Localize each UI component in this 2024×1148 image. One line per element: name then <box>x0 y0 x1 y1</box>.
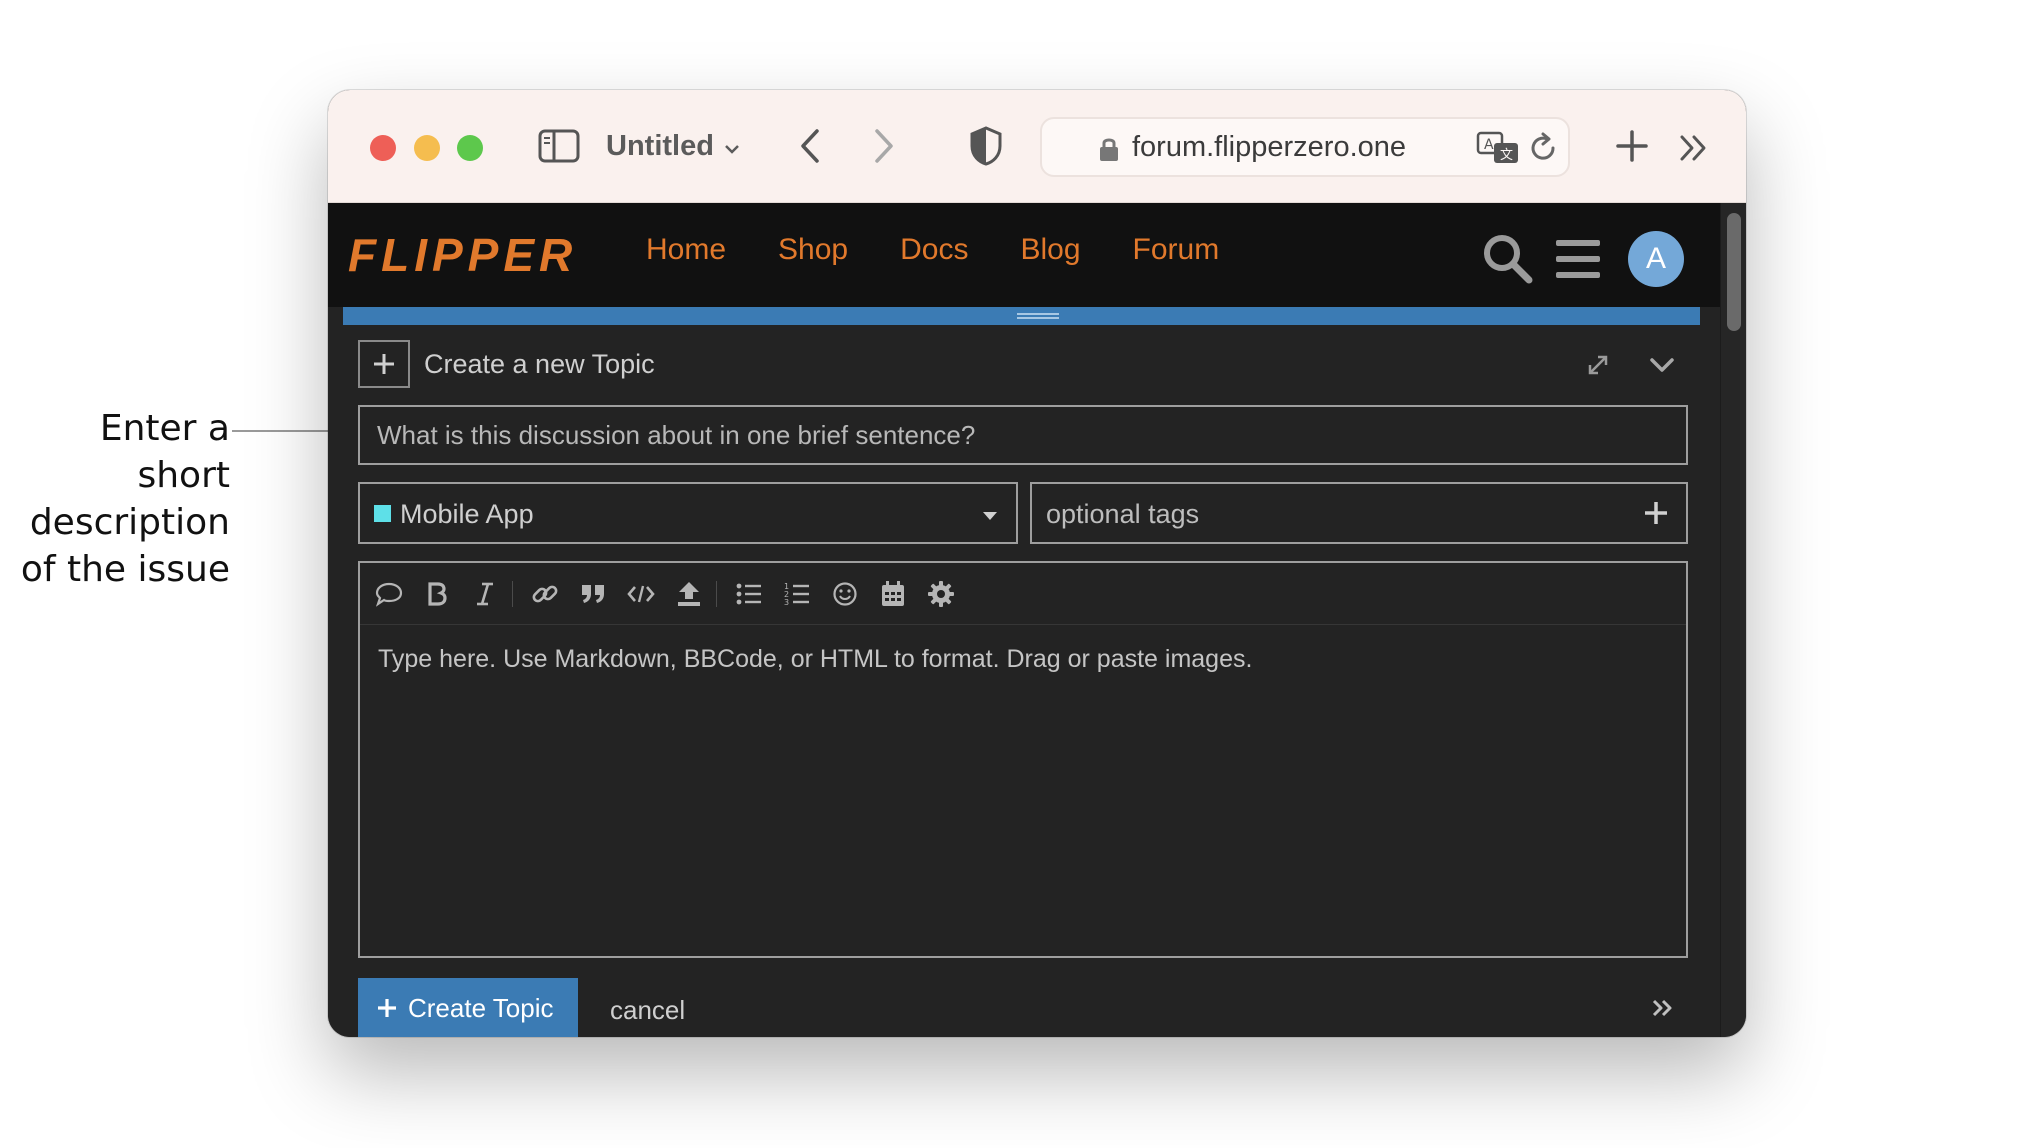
chevron-down-icon[interactable] <box>1646 351 1678 379</box>
blockquote-icon[interactable] <box>576 577 610 611</box>
bullet-list-icon[interactable] <box>732 577 766 611</box>
chevron-down-icon <box>724 130 740 163</box>
nav-forum[interactable]: Forum <box>1133 233 1220 267</box>
annotation-line-1: Enter a short <box>99 408 230 496</box>
plus-icon[interactable] <box>1642 499 1670 527</box>
sidebar-icon[interactable] <box>538 128 580 164</box>
toolbar-divider <box>716 581 717 607</box>
minimize-window-button[interactable] <box>414 135 440 161</box>
double-chevron-right-icon[interactable] <box>1676 128 1712 168</box>
post-editor[interactable]: 123 Type here. Use Markdown, BBCode, or … <box>358 561 1688 958</box>
gear-icon[interactable] <box>924 577 958 611</box>
category-label: Mobile App <box>400 499 534 529</box>
emoji-icon[interactable] <box>828 577 862 611</box>
svg-text:FLIPPER: FLIPPER <box>348 229 577 281</box>
numbered-list-icon[interactable]: 123 <box>780 577 814 611</box>
zoom-window-button[interactable] <box>457 135 483 161</box>
main-nav: Home Shop Docs Blog Forum <box>646 233 1219 267</box>
nav-blog[interactable]: Blog <box>1020 233 1080 267</box>
expand-icon[interactable] <box>1582 349 1614 381</box>
close-window-button[interactable] <box>370 135 396 161</box>
calendar-icon[interactable] <box>876 577 910 611</box>
nav-home[interactable]: Home <box>646 233 726 267</box>
caret-down-icon <box>980 508 1000 522</box>
tab-title: Untitled <box>606 129 714 162</box>
browser-titlebar: Untitled forum.flipperzero.one A文 <box>328 90 1746 203</box>
italic-icon[interactable] <box>468 577 502 611</box>
annotation-callout: Enter a short description of the issue <box>8 405 230 593</box>
editor-toolbar: 123 <box>360 563 1686 625</box>
cancel-link[interactable]: cancel <box>610 995 685 1026</box>
plus-icon <box>378 999 396 1017</box>
shield-icon[interactable] <box>966 124 1006 168</box>
page-scrollbar[interactable] <box>1720 203 1746 1037</box>
svg-text:A: A <box>1484 137 1494 153</box>
tags-placeholder: optional tags <box>1046 499 1200 529</box>
code-icon[interactable] <box>624 577 658 611</box>
user-avatar[interactable]: A <box>1628 231 1684 287</box>
tab-title-dropdown[interactable]: Untitled <box>606 126 740 166</box>
chevron-right-icon[interactable] <box>864 124 904 168</box>
flipper-logo[interactable]: FLIPPER <box>344 229 594 281</box>
translate-icon[interactable]: A文 <box>1476 131 1520 165</box>
editor-placeholder: Type here. Use Markdown, BBCode, or HTML… <box>378 645 1253 673</box>
lock-icon <box>1098 136 1120 162</box>
svg-text:文: 文 <box>1500 148 1513 163</box>
new-topic-plus-icon <box>358 340 410 388</box>
quote-icon[interactable] <box>372 577 406 611</box>
bold-icon[interactable] <box>420 577 454 611</box>
tags-input[interactable]: optional tags <box>1030 482 1688 544</box>
nav-shop[interactable]: Shop <box>778 233 848 267</box>
topic-composer: Create a new Topic Mobile App optional t… <box>328 307 1720 1037</box>
topic-title-input[interactable] <box>358 405 1688 465</box>
site-header: FLIPPER Home Shop Docs Blog Forum A <box>328 203 1720 307</box>
double-chevron-right-icon[interactable] <box>1648 993 1678 1023</box>
browser-window: Untitled forum.flipperzero.one A文 FLIPPE… <box>328 90 1746 1037</box>
composer-resize-bar[interactable] <box>343 307 1700 325</box>
category-select[interactable]: Mobile App <box>358 482 1018 544</box>
composer-title: Create a new Topic <box>424 349 655 379</box>
annotation-line-3: of the issue <box>20 549 230 590</box>
toolbar-divider <box>512 581 513 607</box>
create-topic-label: Create Topic <box>408 992 554 1023</box>
drag-handle-icon[interactable] <box>1017 313 1059 319</box>
url-text: forum.flipperzero.one <box>1132 131 1407 163</box>
nav-docs[interactable]: Docs <box>900 233 968 267</box>
reload-icon[interactable] <box>1526 131 1560 165</box>
upload-icon[interactable] <box>672 577 706 611</box>
hamburger-menu-icon[interactable] <box>1554 237 1602 281</box>
svg-text:3: 3 <box>784 598 789 607</box>
annotation-line-2: description <box>29 502 230 543</box>
search-icon[interactable] <box>1480 231 1536 287</box>
category-color-swatch <box>374 505 391 522</box>
scrollbar-thumb[interactable] <box>1727 213 1741 331</box>
create-topic-button[interactable]: Create Topic <box>358 978 578 1037</box>
chevron-left-icon[interactable] <box>790 124 830 168</box>
link-icon[interactable] <box>528 577 562 611</box>
address-bar[interactable]: forum.flipperzero.one A文 <box>1040 117 1570 177</box>
plus-icon[interactable] <box>1612 126 1652 166</box>
